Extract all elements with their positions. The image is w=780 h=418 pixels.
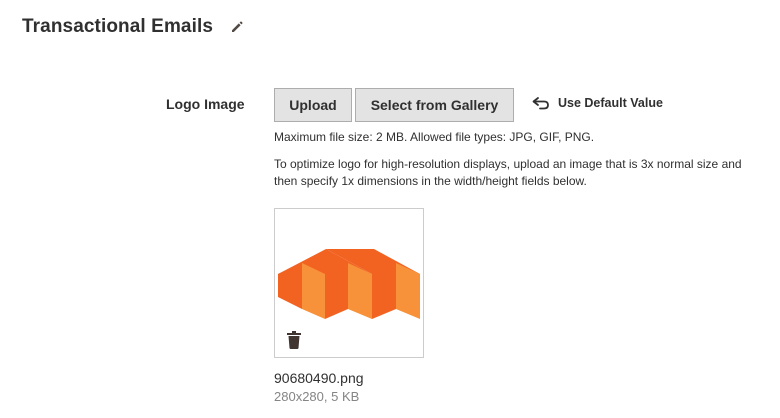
select-from-gallery-button[interactable]: Select from Gallery xyxy=(355,88,514,122)
logo-image-label: Logo Image xyxy=(166,96,245,112)
undo-icon xyxy=(532,96,550,110)
image-file-name[interactable]: 90680490.png xyxy=(274,370,364,386)
trash-icon[interactable] xyxy=(287,331,301,349)
upload-button[interactable]: Upload xyxy=(274,88,352,122)
image-preview[interactable] xyxy=(274,208,424,358)
image-file-meta: 280x280, 5 KB xyxy=(274,389,360,404)
section-title: Transactional Emails xyxy=(22,16,244,38)
page-title: Transactional Emails xyxy=(22,16,214,37)
pencil-icon[interactable] xyxy=(230,20,244,34)
file-limits-note: Maximum file size: 2 MB. Allowed file ty… xyxy=(274,130,595,144)
hires-hint-note: To optimize logo for high-resolution dis… xyxy=(274,157,742,188)
magento-logo-image xyxy=(278,249,420,319)
use-default-value-label: Use Default Value xyxy=(558,96,663,110)
use-default-value-checkbox[interactable]: Use Default Value xyxy=(532,96,663,110)
